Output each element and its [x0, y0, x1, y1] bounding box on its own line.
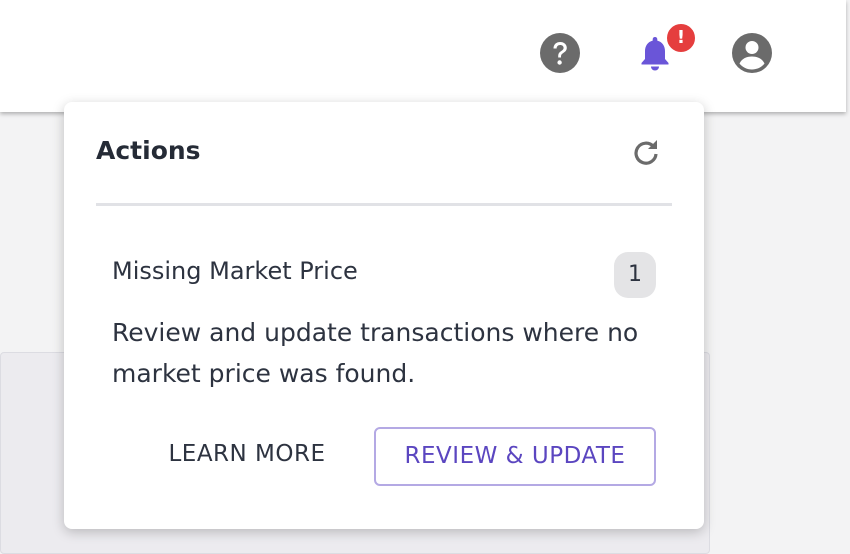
action-count-badge: 1: [614, 252, 656, 298]
refresh-icon[interactable]: [630, 136, 662, 168]
actions-title: Actions: [96, 136, 201, 165]
top-app-bar: !: [0, 0, 846, 112]
action-item-description: Review and update transactions where no …: [112, 318, 639, 388]
actions-popover: Actions Missing Market Price 1 Review an…: [64, 102, 704, 529]
action-item-title: Missing Market Price: [112, 257, 358, 285]
learn-more-button[interactable]: LEARN MORE: [146, 428, 348, 480]
panel-divider: [96, 203, 672, 206]
notification-alert-badge: !: [665, 22, 697, 54]
help-icon[interactable]: [539, 32, 581, 74]
account-circle-icon[interactable]: [731, 32, 773, 74]
review-update-button[interactable]: REVIEW & UPDATE: [374, 427, 656, 486]
